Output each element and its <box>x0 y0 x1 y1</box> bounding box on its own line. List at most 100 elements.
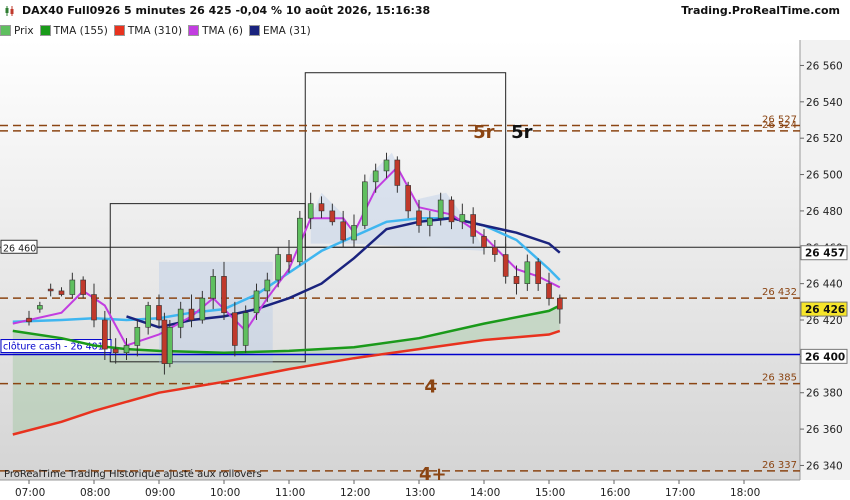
legend-item-tma310[interactable]: TMA (310) <box>113 24 183 37</box>
candle-body[interactable] <box>535 261 541 284</box>
candle-body[interactable] <box>242 312 249 346</box>
candle-body[interactable] <box>26 317 32 323</box>
candle-body[interactable] <box>362 181 368 226</box>
chart-window: 26 340 26 360 26 380 26 400 26 420 26 440 26 4… <box>0 0 850 500</box>
candle-body[interactable] <box>383 159 390 172</box>
last-price-tag: 26 426 <box>805 304 845 316</box>
candle-body[interactable] <box>405 185 411 212</box>
candle-body[interactable] <box>232 312 238 346</box>
level-price-label: 26 385 <box>762 373 797 384</box>
candle-body[interactable] <box>58 290 65 295</box>
y-tick-label: 26 380 <box>806 388 843 400</box>
candle-body[interactable] <box>394 159 401 186</box>
candle-body[interactable] <box>307 203 314 219</box>
legend-swatch-tma310 <box>113 25 125 36</box>
legend-item-prix[interactable]: Prix <box>0 25 34 37</box>
footer-note: ProRealTime Trading Historique ajusté au… <box>4 468 262 480</box>
brand-label: Trading.ProRealTime.com <box>681 4 840 17</box>
x-tick-label: 12:00 <box>340 487 370 499</box>
candle-body[interactable] <box>372 170 379 183</box>
x-tick-label: 14:00 <box>470 487 500 499</box>
y-tick-label: 26 520 <box>806 133 843 145</box>
candle-body[interactable] <box>481 236 487 248</box>
x-tick-label: 09:00 <box>145 487 175 499</box>
level-marker: 4+ <box>419 464 447 485</box>
candle-body[interactable] <box>37 305 43 310</box>
legend-label: EMA (31) <box>262 24 311 37</box>
candle-body[interactable] <box>253 290 260 314</box>
candle-body[interactable] <box>188 308 195 321</box>
y-tick-label: 26 340 <box>806 460 843 472</box>
y-tick-label: 26 480 <box>806 206 843 218</box>
x-tick-label: 17:00 <box>665 487 695 499</box>
indicator-legend: Prix TMA (155) TMA (310) TMA (6) EMA (31… <box>0 22 800 39</box>
candle-body[interactable] <box>167 326 173 364</box>
x-tick-label: 15:00 <box>535 487 565 499</box>
candle-body[interactable] <box>437 199 444 219</box>
candle-body[interactable] <box>297 217 303 263</box>
level-marker: 5r <box>473 122 495 143</box>
level-marker: 5r <box>511 122 533 143</box>
candle-body[interactable] <box>199 297 206 321</box>
plot-background <box>0 40 800 480</box>
candle-body[interactable] <box>47 288 54 292</box>
candle-body[interactable] <box>546 283 552 299</box>
candle-body[interactable] <box>275 254 281 281</box>
legend-label: Prix <box>14 24 34 37</box>
x-tick-label: 18:00 <box>730 487 760 499</box>
candlestick-icon <box>5 6 14 16</box>
candle-body[interactable] <box>177 308 184 328</box>
legend-label: TMA (6) <box>202 24 243 37</box>
x-tick-label: 11:00 <box>275 487 305 499</box>
legend-label: TMA (310) <box>127 24 183 37</box>
candle-body[interactable] <box>557 297 563 310</box>
x-tick-label: 08:00 <box>80 487 110 499</box>
candle-body[interactable] <box>502 254 509 277</box>
candle-body[interactable] <box>123 345 130 354</box>
candle-body[interactable] <box>524 261 531 284</box>
candle-body[interactable] <box>427 217 433 226</box>
candle-body[interactable] <box>134 326 141 346</box>
candle-body[interactable] <box>492 246 498 255</box>
legend-item-ema31[interactable]: EMA (31) <box>248 24 311 37</box>
y-tick-label: 26 420 <box>806 315 843 327</box>
candle-body[interactable] <box>459 214 466 223</box>
candle-body[interactable] <box>340 221 346 241</box>
candle-body[interactable] <box>210 276 216 299</box>
candle-body[interactable] <box>318 203 325 212</box>
candle-body[interactable] <box>112 348 119 354</box>
candle-body[interactable] <box>69 279 76 295</box>
x-tick-label: 13:00 <box>405 487 435 499</box>
y-tick-label: 26 500 <box>806 170 843 182</box>
candle-body[interactable] <box>329 210 336 223</box>
y-tick-label: 26 560 <box>806 60 843 72</box>
legend-item-tma6[interactable]: TMA (6) <box>188 25 243 37</box>
candle-body[interactable] <box>102 319 108 350</box>
candle-body[interactable] <box>80 279 86 295</box>
candle-body[interactable] <box>221 276 227 314</box>
ema-price-tag: 26 457 <box>805 248 845 260</box>
candle-body[interactable] <box>351 225 357 241</box>
candle-body[interactable] <box>156 305 162 321</box>
y-tick-label: 26 440 <box>806 279 843 291</box>
candle-body[interactable] <box>264 279 271 292</box>
chart-header: DAX40 Full0926 5 minutes 26 425 -0,04 % … <box>0 0 850 22</box>
legend-item-tma155[interactable]: TMA (155) <box>39 24 108 37</box>
candle-body[interactable] <box>145 305 151 328</box>
cash-price-tag: 26 400 <box>805 351 845 363</box>
x-tick-label: 10:00 <box>210 487 240 499</box>
candle-body[interactable] <box>161 319 168 364</box>
candle-body[interactable] <box>513 276 520 284</box>
legend-swatch-prix <box>0 25 11 36</box>
candle-body[interactable] <box>91 294 97 321</box>
price-chart[interactable]: 26 340 26 360 26 380 26 400 26 420 26 440 26 4… <box>0 0 850 500</box>
legend-label: TMA (155) <box>53 24 108 37</box>
y-tick-label: 26 360 <box>806 424 843 436</box>
y-tick-label: 26 540 <box>806 97 843 109</box>
candle-body[interactable] <box>448 199 455 223</box>
legend-swatch-tma6 <box>188 25 200 36</box>
candle-body[interactable] <box>286 254 292 263</box>
x-tick-label: 07:00 <box>15 487 45 499</box>
candle-body[interactable] <box>416 210 422 226</box>
candle-body[interactable] <box>470 214 476 237</box>
